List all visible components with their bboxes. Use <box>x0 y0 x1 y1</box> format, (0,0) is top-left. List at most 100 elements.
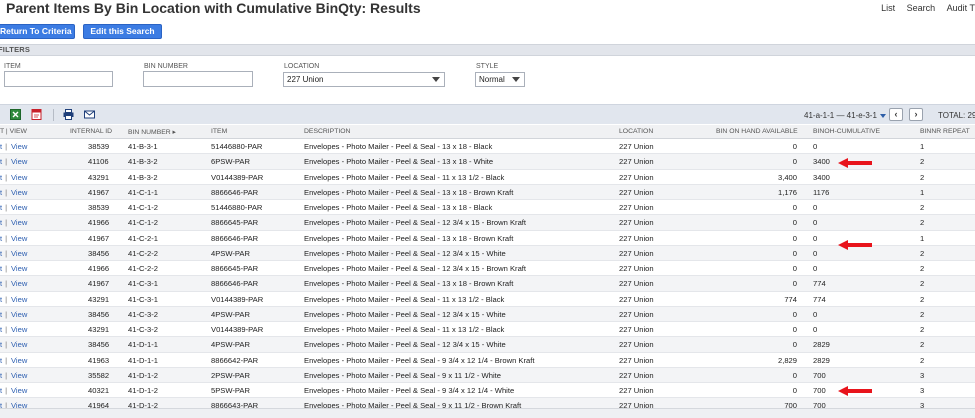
column-header-item[interactable]: ITEM <box>211 128 227 135</box>
view-link[interactable]: View <box>11 279 27 288</box>
table-row: t | View 38539 41-C-1-2 51446880-PAR Envelop… <box>0 200 975 216</box>
cell-bin-on-hand-available: 0 <box>792 340 797 350</box>
view-link[interactable]: View <box>11 249 27 258</box>
cell-bin-number: 41-C-1-2 <box>128 218 158 228</box>
cell-internal-id: 43291 <box>88 294 110 304</box>
return-to-criteria-button[interactable]: Return To Criteria <box>0 24 75 39</box>
edit-link[interactable]: t <box>0 356 2 365</box>
view-link[interactable]: View <box>11 310 27 319</box>
link-separator: | <box>3 294 10 304</box>
cell-description: Envelopes - Photo Mailer - Peel & Seal -… <box>304 309 506 319</box>
location-filter-select[interactable]: 227 Union <box>283 72 445 87</box>
cell-bin-on-hand-available: 0 <box>792 386 797 395</box>
column-header-binoh-cumulative[interactable]: BINOH-CUMULATIVE <box>813 128 880 135</box>
audit-trail-link[interactable]: Audit T <box>947 3 975 13</box>
cell-item: V0144389-PAR <box>211 325 264 334</box>
cell-item: 8866645-PAR <box>211 264 259 273</box>
cell-bin-on-hand-available: 0 <box>792 370 797 380</box>
column-header-view: T | VIEW <box>0 128 27 135</box>
table-row: t | View 38456 41-D-1-1 4PSW-PAR Envelopes -… <box>0 337 975 353</box>
cell-description: Envelopes - Photo Mailer - Peel & Seal -… <box>304 294 505 304</box>
view-link[interactable]: View <box>11 173 27 182</box>
edit-link[interactable]: t <box>0 234 2 243</box>
cell-item: 5PSW-PAR <box>211 386 250 395</box>
view-link[interactable]: View <box>11 142 27 151</box>
filters-header[interactable]: FILTERS <box>0 44 975 56</box>
view-link[interactable]: View <box>11 386 27 395</box>
cell-description: Envelopes - Photo Mailer - Peel & Seal -… <box>304 233 514 243</box>
edit-link[interactable]: t <box>0 279 2 288</box>
cell-binnr-repeat: 2 <box>920 172 925 182</box>
edit-link[interactable]: t <box>0 295 2 304</box>
edit-link[interactable]: t <box>0 157 2 166</box>
list-link[interactable]: List <box>881 3 895 13</box>
chevron-down-icon <box>432 77 440 82</box>
edit-link[interactable]: t <box>0 386 2 395</box>
cell-bin-number: 41-B-3-2 <box>128 157 158 167</box>
column-header-internal-id[interactable]: INTERNAL ID <box>70 128 112 135</box>
view-link[interactable]: View <box>11 234 27 243</box>
view-link[interactable]: View <box>11 325 27 334</box>
column-header-description[interactable]: DESCRIPTION <box>304 128 350 135</box>
cell-binnr-repeat: 1 <box>920 142 925 151</box>
cell-location: 227 Union <box>619 172 654 182</box>
item-filter-input[interactable] <box>4 71 113 87</box>
edit-link[interactable]: t <box>0 249 2 258</box>
excel-export-icon[interactable] <box>10 109 21 120</box>
cell-binoh-cumulative: 0 <box>813 325 818 334</box>
view-link[interactable]: View <box>11 371 27 380</box>
cell-description: Envelopes - Photo Mailer - Peel & Seal -… <box>304 172 505 182</box>
print-icon[interactable] <box>63 109 74 120</box>
search-link[interactable]: Search <box>907 3 936 13</box>
page-range-select[interactable]: 41-a-1-1 — 41-e-3-1 <box>804 111 886 120</box>
edit-search-button[interactable]: Edit this Search <box>83 24 162 39</box>
edit-link[interactable]: t <box>0 325 2 334</box>
view-link[interactable]: View <box>11 188 27 197</box>
column-header-binnr-repeat[interactable]: BINNR REPEAT <box>920 128 970 135</box>
edit-link[interactable]: t <box>0 371 2 380</box>
edit-link[interactable]: t <box>0 173 2 182</box>
cell-binoh-cumulative: 0 <box>813 309 818 319</box>
total-count: TOTAL: 29 <box>938 111 975 120</box>
column-header-location[interactable]: LOCATION <box>619 128 653 135</box>
view-link[interactable]: View <box>11 356 27 365</box>
cell-location: 227 Union <box>619 309 654 319</box>
view-link[interactable]: View <box>11 264 27 273</box>
view-link[interactable]: View <box>11 157 27 166</box>
bin-number-filter-input[interactable] <box>143 71 253 87</box>
edit-link[interactable]: t <box>0 188 2 197</box>
edit-link[interactable]: t <box>0 203 2 212</box>
cell-item: 6PSW-PAR <box>211 157 250 167</box>
cell-bin-on-hand-available: 774 <box>784 294 797 304</box>
view-link[interactable]: View <box>11 295 27 304</box>
chevron-down-icon <box>512 77 520 82</box>
previous-page-button[interactable]: ‹ <box>889 108 903 121</box>
column-header-bin-number[interactable]: BIN NUMBER ▸ <box>128 128 176 136</box>
cell-bin-number: 41-D-1-2 <box>128 370 158 380</box>
edit-link[interactable]: t <box>0 340 2 349</box>
view-link[interactable]: View <box>11 218 27 227</box>
cell-item: 51446880-PAR <box>211 142 263 151</box>
cell-bin-on-hand-available: 2,829 <box>777 355 797 365</box>
column-header-bin-on-hand-available[interactable]: BIN ON HAND AVAILABLE <box>716 128 798 135</box>
edit-link[interactable]: t <box>0 264 2 273</box>
cell-bin-on-hand-available: 0 <box>792 309 797 319</box>
next-page-button[interactable]: › <box>909 108 923 121</box>
edit-link[interactable]: t <box>0 142 2 151</box>
cell-description: Envelopes - Photo Mailer - Peel & Seal -… <box>304 325 505 334</box>
email-icon[interactable] <box>84 109 95 120</box>
cell-bin-number: 41-C-2-1 <box>128 233 158 243</box>
pdf-export-icon[interactable] <box>31 109 42 120</box>
view-link[interactable]: View <box>11 340 27 349</box>
cell-location: 227 Union <box>619 279 654 289</box>
edit-link[interactable]: t <box>0 310 2 319</box>
style-filter-select[interactable]: Normal <box>475 72 525 87</box>
cell-description: Envelopes - Photo Mailer - Peel & Seal -… <box>304 248 506 258</box>
cell-item: V0144389-PAR <box>211 294 264 304</box>
bottom-scroll-strip[interactable] <box>0 408 975 418</box>
view-link[interactable]: View <box>11 203 27 212</box>
cell-internal-id: 41963 <box>88 355 110 365</box>
edit-link[interactable]: t <box>0 218 2 227</box>
red-arrow-icon <box>838 158 872 169</box>
cell-binnr-repeat: 1 <box>920 187 925 197</box>
